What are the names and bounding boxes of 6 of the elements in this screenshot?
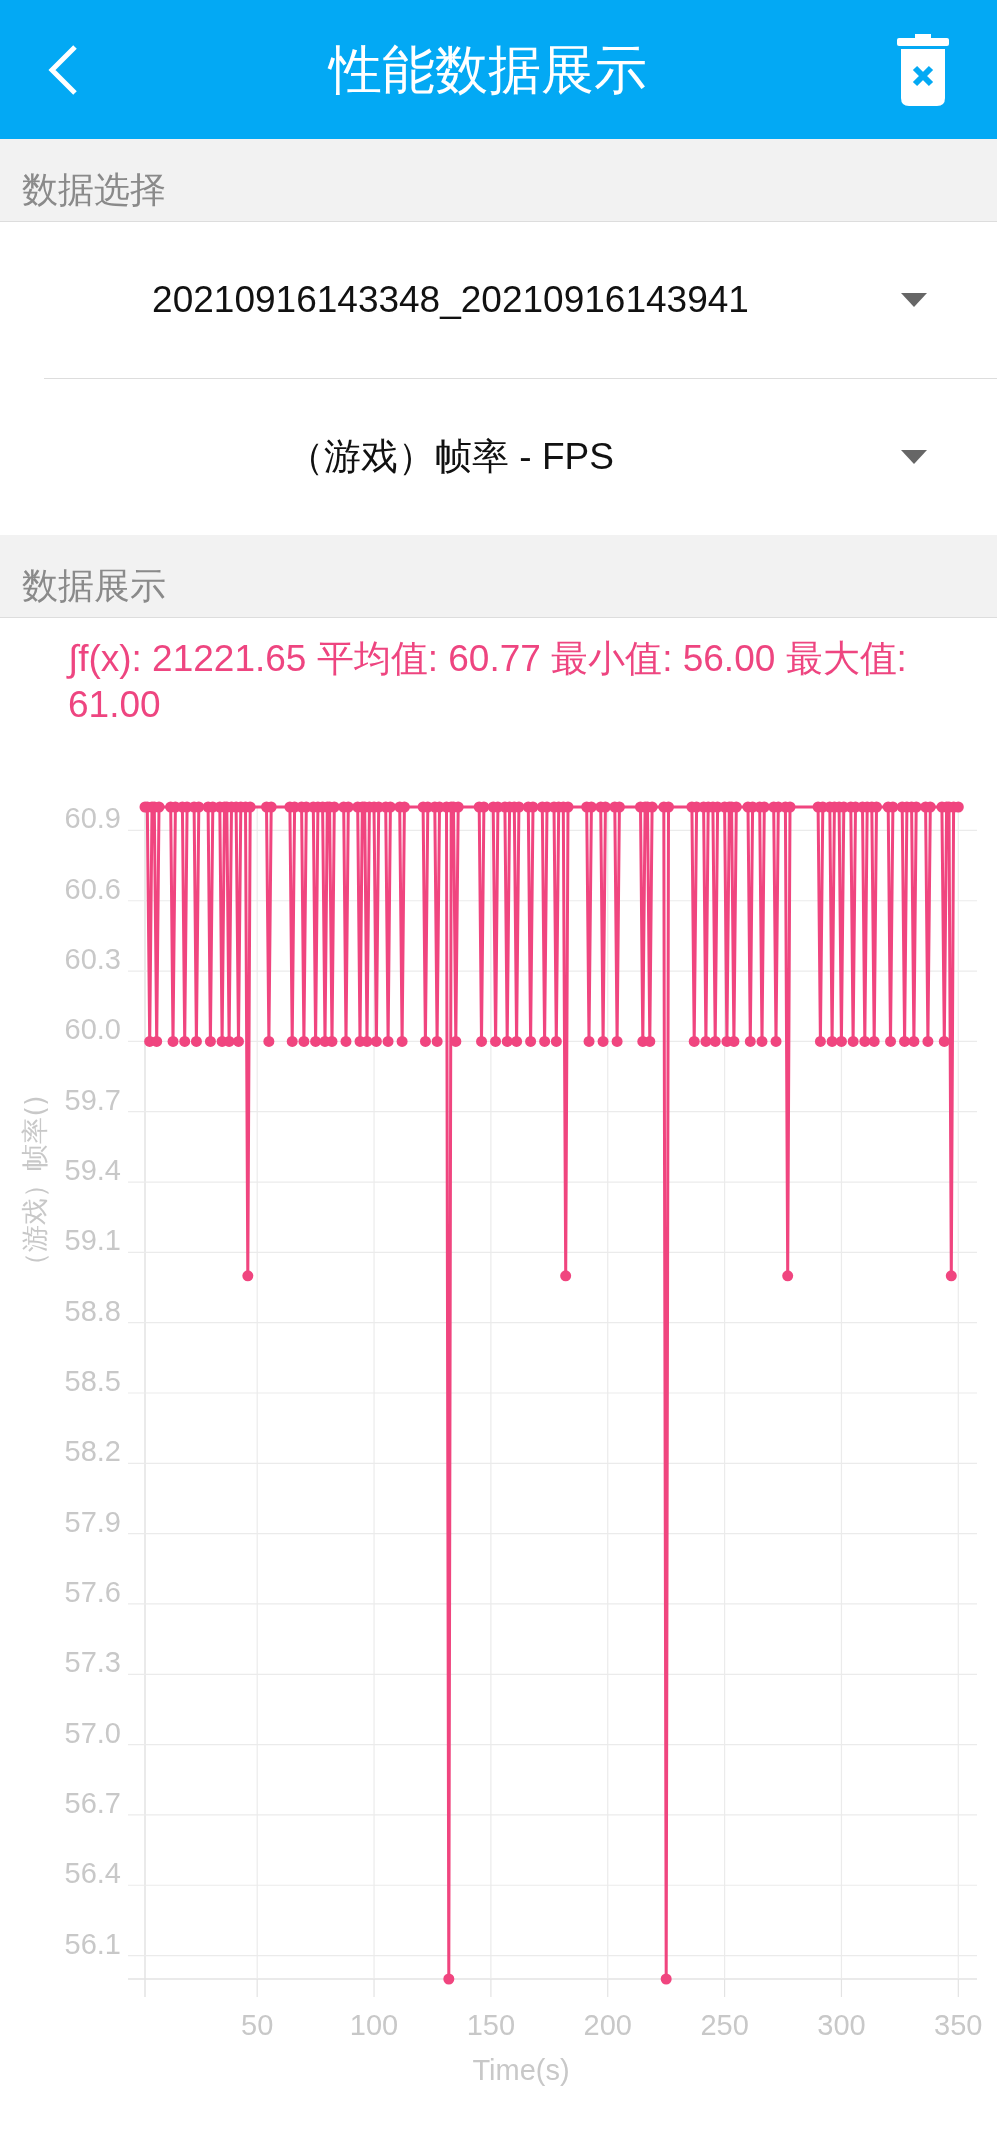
section-label: 数据展示 bbox=[22, 564, 166, 608]
dropdown[interactable]: （游戏）帧率 - FPS bbox=[0, 379, 997, 535]
section-label: 数据选择 bbox=[22, 168, 166, 212]
dropdown[interactable]: 20210916143348_20210916143941 bbox=[0, 222, 997, 378]
stats-text: ∫f(x): 21221.65 平均值: 60.77 最小值: 56.00 最大值: 61.00 bbox=[65, 637, 908, 727]
page-title: 性能数据展示 bbox=[328, 38, 647, 101]
